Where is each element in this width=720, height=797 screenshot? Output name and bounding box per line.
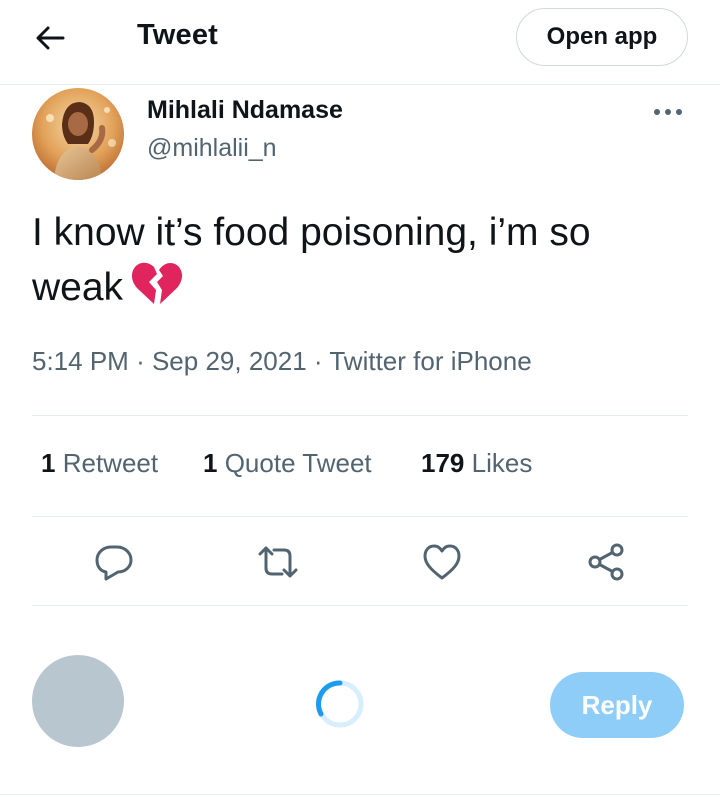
open-app-button[interactable]: Open app (516, 8, 688, 66)
quotes-count: 1 (203, 448, 218, 478)
reply-action-button[interactable] (92, 540, 136, 584)
tweet-time[interactable]: 5:14 PM (32, 346, 129, 376)
loading-spinner-icon (315, 680, 364, 728)
share-icon (588, 543, 624, 581)
divider (0, 794, 720, 795)
retweets-stat[interactable]: 1 Retweet (41, 448, 158, 479)
retweets-count: 1 (41, 448, 56, 478)
reply-button[interactable]: Reply (550, 672, 684, 738)
user-avatar-placeholder (32, 655, 124, 747)
retweet-icon (258, 546, 298, 578)
divider (32, 415, 688, 416)
author-handle[interactable]: @mihlalii_n (147, 134, 277, 163)
tweet-text-content: I know it’s food poisoning, i’m so weak (32, 211, 591, 309)
author-name[interactable]: Mihlali Ndamase (147, 96, 343, 125)
quotes-stat[interactable]: 1 Quote Tweet (203, 448, 372, 479)
quotes-label: Quote Tweet (224, 448, 372, 478)
tweet-source[interactable]: Twitter for iPhone (329, 346, 531, 376)
tweet-date[interactable]: Sep 29, 2021 (152, 346, 307, 376)
meta-separator: · (313, 346, 323, 376)
likes-stat[interactable]: 179 Likes (421, 448, 532, 479)
page-title: Tweet (137, 19, 219, 51)
likes-label: Likes (471, 448, 533, 478)
tweet-meta: 5:14 PM · Sep 29, 2021 · Twitter for iPh… (32, 346, 532, 377)
tweet-text: I know it’s food poisoning, i’m so weak (32, 206, 692, 323)
meta-separator: · (136, 346, 145, 376)
reply-icon (95, 545, 133, 581)
author-avatar[interactable] (32, 88, 124, 180)
share-action-button[interactable] (584, 540, 628, 584)
divider (32, 516, 688, 517)
broken-heart-icon (129, 260, 183, 323)
likes-count: 179 (421, 448, 465, 478)
divider (32, 605, 688, 606)
back-arrow-icon (36, 26, 65, 50)
more-button[interactable] (650, 100, 686, 124)
more-icon (654, 109, 682, 115)
top-bar: Tweet Open app (0, 0, 720, 85)
back-button[interactable] (28, 18, 72, 58)
like-action-button[interactable] (420, 540, 464, 584)
retweet-action-button[interactable] (256, 540, 300, 584)
like-icon (423, 544, 461, 580)
retweets-label: Retweet (62, 448, 159, 478)
